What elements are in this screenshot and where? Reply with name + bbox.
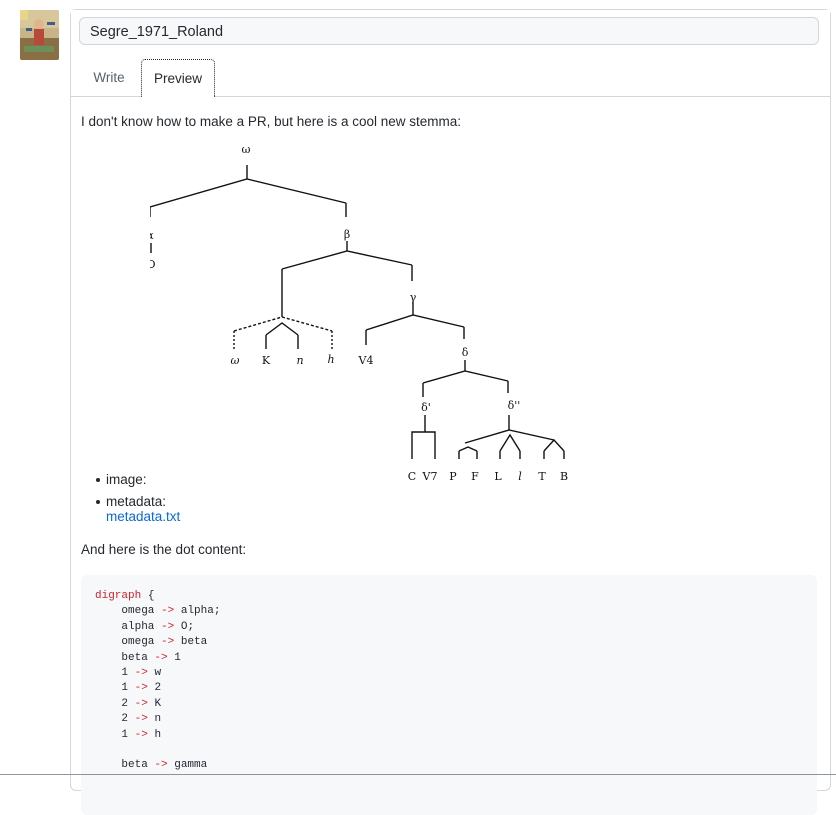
metadata-link[interactable]: metadata.txt [106,509,180,524]
stemma-delta2: δ'' [508,399,521,412]
code-block: digraph { omega -> alpha; alpha -> O; om… [81,575,817,815]
stemma-o: O [150,258,156,271]
code-arrow: -> [154,759,168,772]
code-line: omega -> alpha; [95,604,220,619]
code-arrow: -> [134,713,148,726]
code-arrow: -> [154,651,168,664]
code-source: 1 [121,728,129,741]
code-arrow: -> [161,636,175,649]
dot-intro: And here is the dot content: [81,542,247,557]
stemma-B: B [560,470,568,483]
stemma-n: n [296,354,303,367]
stemma-beta: β [344,228,350,241]
code-source: beta [121,651,148,664]
code-arrow: -> [134,682,148,695]
code-line: beta -> gamma [95,758,220,773]
code-target: w [154,666,162,679]
code-line: 2 -> K [95,697,220,712]
code-arrow: -> [134,697,148,710]
code-arrow: -> [161,605,175,618]
stemma-alpha: α [150,229,154,242]
image-label: image: [106,472,147,487]
code-target: 2 [154,682,162,695]
code-target: gamma [174,759,208,772]
code-source: 1 [121,682,129,695]
code-target: alpha; [180,605,221,618]
stemma-V7: V7 [422,470,438,483]
code-source: 2 [121,713,129,726]
code-lines: digraph { omega -> alpha; alpha -> O; om… [95,589,220,774]
stemma-P: P [449,470,457,483]
code-source: alpha [121,620,155,633]
code-line: 2 -> n [95,712,220,727]
code-target: O; [180,620,195,633]
stemma-l: l [518,470,522,483]
stemma-C: C [408,470,416,483]
code-target: beta [180,636,208,649]
stemma-K: K [262,354,271,367]
stemma-T: T [538,470,546,483]
code-line: alpha -> O; [95,620,220,635]
metadata-label: metadata: [106,494,167,509]
stemma-gamma: γ [410,291,417,304]
code-line: 1 -> w [95,666,220,681]
code-line: beta -> 1 [95,651,220,666]
stemma-h: h [327,353,334,366]
code-open-brace: { [141,590,155,602]
stemma-F: F [471,470,479,483]
code-source: omega [121,636,155,649]
code-source: omega [121,605,155,618]
stemma-delta: δ [462,346,469,359]
comment-intro: I don't know how to make a PR, but here … [81,114,462,129]
stemma-delta1: δ' [421,401,431,414]
code-arrow: -> [134,666,148,679]
stemma-V4: V4 [358,354,374,367]
code-line: digraph { [95,589,220,604]
code-keyword: digraph [95,590,142,602]
avatar[interactable] [20,10,59,60]
stemma-w: ω [231,354,240,367]
stemma-omega: ω [242,143,251,156]
code-target: h [154,728,162,741]
code-arrow: -> [161,620,175,633]
code-line: omega -> beta [95,635,220,650]
code-source: beta [121,759,148,772]
code-line: 1 -> 2 [95,681,220,696]
code-target: 1 [174,651,181,664]
code-source: 2 [121,697,129,710]
code-target: K [154,697,162,710]
stemma-L: L [494,470,502,483]
code-source: 1 [121,666,129,679]
code-line: 1 -> h [95,728,220,743]
code-arrow: -> [134,728,148,741]
stemma-image: ω α O β ω K n h γ V4 δ δ' δ'' C V7 [150,143,568,483]
bottom-border [0,774,836,775]
code-target: n [154,713,162,726]
